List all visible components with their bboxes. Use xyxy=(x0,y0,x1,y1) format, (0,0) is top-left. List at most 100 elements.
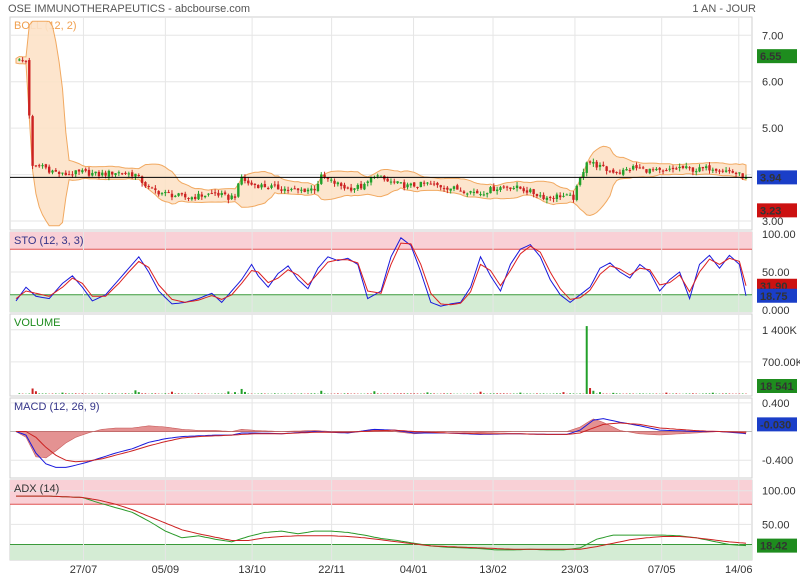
candle-body xyxy=(578,177,582,185)
volume-bar xyxy=(81,393,84,394)
volume-bar xyxy=(496,393,498,394)
y-tick-label: 0.400 xyxy=(762,398,790,410)
candle-body xyxy=(111,171,114,175)
candle-body xyxy=(316,183,320,192)
volume-bar xyxy=(31,388,34,394)
candle-body xyxy=(714,168,718,171)
candle-body xyxy=(456,185,459,190)
volume-bar xyxy=(124,393,127,394)
volume-bar xyxy=(177,393,180,394)
candle-body xyxy=(97,171,101,177)
y-tick-label: 3.00 xyxy=(762,216,783,228)
candle-body xyxy=(515,185,519,189)
candle-body xyxy=(442,188,446,190)
candle-body xyxy=(472,191,476,193)
candle-body xyxy=(588,161,592,163)
candle-body xyxy=(615,171,618,173)
candle-body xyxy=(276,184,280,190)
candle-body xyxy=(542,194,545,200)
candle-body xyxy=(237,183,240,197)
candle-body xyxy=(31,116,34,166)
candle-body xyxy=(665,170,668,172)
candle-body xyxy=(648,168,651,174)
candle-body xyxy=(393,181,396,183)
candle-body xyxy=(213,192,217,194)
candle-body xyxy=(492,186,496,191)
volume-bar xyxy=(373,391,376,394)
candle-body xyxy=(479,194,482,196)
candle-body xyxy=(728,169,731,172)
candle-body xyxy=(346,187,350,189)
candle-body xyxy=(336,182,340,185)
volume-bar xyxy=(18,393,21,394)
candle-body xyxy=(306,189,310,192)
candle-body xyxy=(250,182,253,185)
candle-body xyxy=(94,171,97,174)
candle-body xyxy=(416,186,419,188)
volume-bar xyxy=(708,393,711,394)
candle-body xyxy=(512,188,515,190)
candle-body xyxy=(708,165,711,171)
candle-body xyxy=(217,192,220,196)
x-tick-label: 13/10 xyxy=(238,564,266,576)
candle-body xyxy=(628,170,632,172)
candle-body xyxy=(681,165,685,169)
volume-bar xyxy=(499,393,502,394)
volume-bar xyxy=(711,392,714,394)
value-badge-label: 3.23 xyxy=(760,205,781,217)
candle-body xyxy=(685,166,688,169)
volume-bar xyxy=(433,393,435,394)
x-tick-label: 13/02 xyxy=(479,564,507,576)
candle-body xyxy=(671,167,675,170)
candle-body xyxy=(641,167,645,169)
candle-body xyxy=(565,194,569,196)
candle-body xyxy=(678,166,681,169)
volume-bar xyxy=(615,393,618,394)
candle-body xyxy=(280,189,283,191)
candle-body xyxy=(107,170,111,177)
candle-body xyxy=(47,166,51,173)
candle-body xyxy=(200,194,204,197)
volume-bar xyxy=(386,393,389,394)
candle-body xyxy=(436,182,439,186)
candle-body xyxy=(233,196,237,198)
candle-body xyxy=(38,165,41,167)
volume-bar xyxy=(493,393,495,394)
candle-body xyxy=(734,172,738,175)
candle-body xyxy=(223,192,227,195)
x-tick-label: 04/01 xyxy=(400,564,428,576)
candle-body xyxy=(419,181,423,187)
candle-body xyxy=(71,174,74,176)
candle-body xyxy=(585,162,588,173)
volume-bar xyxy=(151,393,153,394)
candle-body xyxy=(160,193,164,195)
panel-title: VOLUME xyxy=(14,317,60,329)
candle-body xyxy=(635,165,638,169)
candle-body xyxy=(595,161,598,168)
candle-body xyxy=(167,192,170,194)
candle-body xyxy=(482,194,486,196)
candle-body xyxy=(120,173,124,175)
candle-body xyxy=(197,193,200,200)
candle-body xyxy=(24,60,28,62)
candle-body xyxy=(77,169,81,172)
candle-body xyxy=(522,188,525,192)
volume-bar xyxy=(483,393,485,394)
candle-body xyxy=(396,181,399,184)
candle-body xyxy=(57,172,61,174)
volume-bar xyxy=(639,393,641,394)
candle-body xyxy=(426,182,429,184)
candle-body xyxy=(174,195,177,197)
candle-body xyxy=(376,175,379,177)
candle-body xyxy=(645,169,648,173)
candle-body xyxy=(366,181,369,183)
volume-bar xyxy=(274,393,276,394)
candle-body xyxy=(562,195,565,197)
panel-2 xyxy=(9,313,753,397)
volume-bar xyxy=(675,393,678,394)
volume-bar xyxy=(393,393,396,394)
candle-body xyxy=(602,164,605,166)
candle-body xyxy=(469,191,472,193)
candle-body xyxy=(21,60,24,62)
candle-body xyxy=(668,168,671,170)
